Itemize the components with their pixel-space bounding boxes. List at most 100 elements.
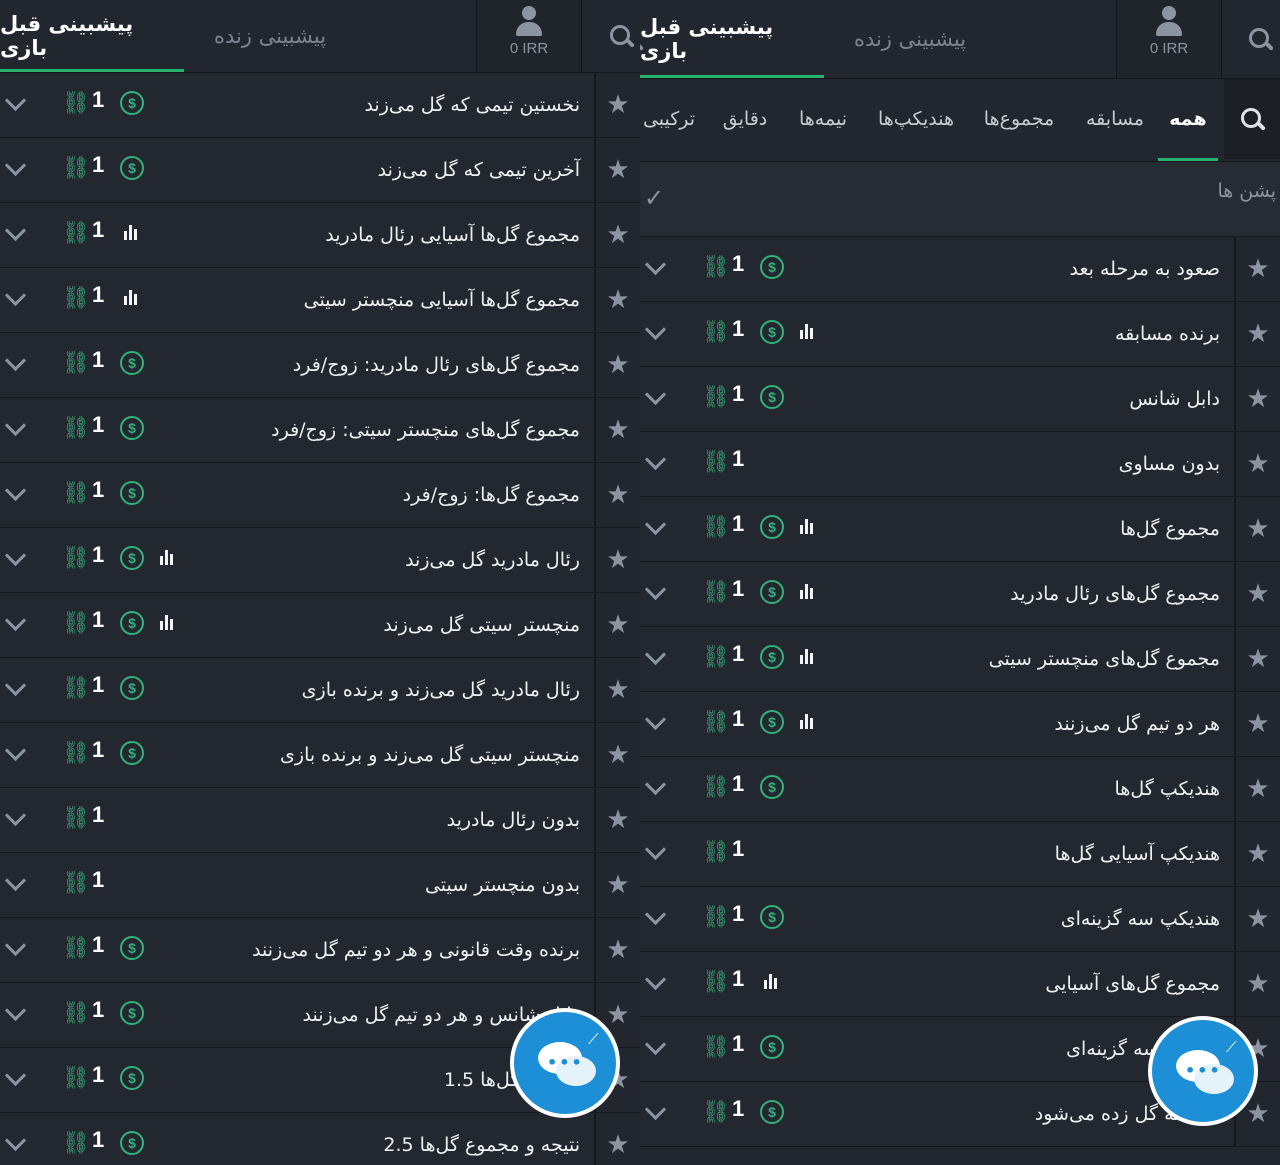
search-button[interactable] xyxy=(602,0,640,72)
star-icon[interactable]: ★ xyxy=(1234,887,1280,951)
tab-pre-match[interactable]: پیشبینی قبل بازی xyxy=(0,0,184,72)
stats-icon[interactable] xyxy=(800,713,816,729)
star-icon[interactable]: ★ xyxy=(1234,497,1280,561)
market-row[interactable]: ⛓ 1 $ صعود به مرحله بعد ★ xyxy=(640,237,1280,302)
tab-live[interactable]: پیشبینی زنده xyxy=(840,0,980,78)
filter-totals[interactable]: مجموع‌ها xyxy=(974,79,1064,159)
filter-combo[interactable]: ترکیبی xyxy=(640,79,698,159)
chevron-down-icon[interactable] xyxy=(4,934,27,957)
star-icon[interactable]: ★ xyxy=(1234,627,1280,691)
chevron-down-icon[interactable] xyxy=(4,739,27,762)
stats-icon[interactable] xyxy=(800,583,816,599)
star-icon[interactable]: ★ xyxy=(594,788,640,852)
market-row[interactable]: ⛓ 1 $ مجموع گل‌ها ★ xyxy=(640,497,1280,562)
market-row[interactable]: ⛓ 1 $ دابل شانس ★ xyxy=(640,367,1280,432)
market-row[interactable]: ⛓ 1 بدون مساوی ★ xyxy=(640,432,1280,497)
chat-button[interactable]: ••• ⟋ xyxy=(1148,1016,1258,1126)
market-row[interactable]: ⛓ 1 مجموع گل‌ها آسیایی رئال مادرید ★ xyxy=(0,203,640,268)
chevron-down-icon[interactable] xyxy=(644,838,667,861)
market-row[interactable]: ⛓ 1 $ هندیکپ گل‌ها ★ xyxy=(640,757,1280,822)
chevron-down-icon[interactable] xyxy=(644,448,667,471)
chevron-down-icon[interactable] xyxy=(4,414,27,437)
filter-match[interactable]: مسابقه xyxy=(1080,79,1150,159)
star-icon[interactable]: ★ xyxy=(594,593,640,657)
stats-icon[interactable] xyxy=(800,518,816,534)
star-icon[interactable]: ★ xyxy=(594,853,640,917)
star-icon[interactable]: ★ xyxy=(1234,432,1280,496)
star-icon[interactable]: ★ xyxy=(594,203,640,267)
chevron-down-icon[interactable] xyxy=(644,513,667,536)
chevron-down-icon[interactable] xyxy=(4,349,27,372)
market-row[interactable]: ⛓ 1 $ مجموع گل‌های رئال مادرید ★ xyxy=(640,562,1280,627)
filter-halves[interactable]: نیمه‌ها xyxy=(788,79,858,159)
tab-live[interactable]: پیشبینی زنده xyxy=(200,0,340,72)
stats-icon[interactable] xyxy=(124,289,140,305)
chevron-down-icon[interactable] xyxy=(4,479,27,502)
stats-icon[interactable] xyxy=(160,549,176,565)
star-icon[interactable]: ★ xyxy=(1234,757,1280,821)
chevron-down-icon[interactable] xyxy=(644,383,667,406)
star-icon[interactable]: ★ xyxy=(594,398,640,462)
chevron-down-icon[interactable] xyxy=(4,284,27,307)
star-icon[interactable]: ★ xyxy=(1234,237,1280,301)
filter-handicaps[interactable]: هندیکپ‌ها xyxy=(870,79,962,159)
star-icon[interactable]: ★ xyxy=(594,528,640,592)
star-icon[interactable]: ★ xyxy=(1234,692,1280,756)
market-row[interactable]: ⛓ 1 $ مجموع گل‌ها: زوج/فرد ★ xyxy=(0,463,640,528)
chevron-down-icon[interactable] xyxy=(644,903,667,926)
market-row[interactable]: ⛓ 1 بدون رئال مادرید ★ xyxy=(0,788,640,853)
chevron-down-icon[interactable] xyxy=(644,643,667,666)
star-icon[interactable]: ★ xyxy=(594,918,640,982)
chevron-down-icon[interactable] xyxy=(4,1129,27,1152)
star-icon[interactable]: ★ xyxy=(594,463,640,527)
market-row[interactable]: ⛓ 1 مجموع گل‌ها آسیایی منچستر سیتی ★ xyxy=(0,268,640,333)
chevron-down-icon[interactable] xyxy=(644,773,667,796)
market-row[interactable]: ⛓ 1 هندیکپ آسیایی گل‌ها ★ xyxy=(640,822,1280,887)
filter-all[interactable]: همه xyxy=(1158,79,1218,159)
market-row[interactable]: ⛓ 1 $ رئال مادرید گل می‌زند ★ xyxy=(0,528,640,593)
market-row[interactable]: ⛓ 1 $ نخستین تیمی که گل می‌زند ★ xyxy=(0,73,640,138)
wallet-button[interactable]: 0 IRR xyxy=(476,0,582,72)
chevron-down-icon[interactable] xyxy=(4,609,27,632)
market-row[interactable]: ⛓ 1 $ هندیکپ سه گزینه‌ای ★ xyxy=(640,887,1280,952)
stats-icon[interactable] xyxy=(764,973,780,989)
market-row[interactable]: ⛓ 1 $ منچستر سیتی گل می‌زند و برنده بازی ★ xyxy=(0,723,640,788)
chevron-down-icon[interactable] xyxy=(4,674,27,697)
star-icon[interactable]: ★ xyxy=(594,268,640,332)
stats-icon[interactable] xyxy=(124,224,140,240)
wallet-button[interactable]: 0 IRR xyxy=(1116,0,1222,78)
chevron-down-icon[interactable] xyxy=(644,1098,667,1121)
star-icon[interactable]: ★ xyxy=(1234,822,1280,886)
star-icon[interactable]: ★ xyxy=(594,658,640,722)
stats-icon[interactable] xyxy=(160,614,176,630)
chevron-down-icon[interactable] xyxy=(644,1033,667,1056)
chevron-down-icon[interactable] xyxy=(4,804,27,827)
chevron-down-icon[interactable] xyxy=(644,708,667,731)
market-row[interactable]: ⛓ 1 $ مجموع گل‌های منچستر سیتی ★ xyxy=(640,627,1280,692)
tab-pre-match[interactable]: پیشبینی قبل بازی xyxy=(640,0,824,78)
chevron-down-icon[interactable] xyxy=(4,219,27,242)
star-icon[interactable]: ★ xyxy=(1234,302,1280,366)
market-row[interactable]: ⛓ 1 $ منچستر سیتی گل می‌زند ★ xyxy=(0,593,640,658)
star-icon[interactable]: ★ xyxy=(594,723,640,787)
market-row[interactable]: ⛓ 1 $ مجموع گل‌های رئال مادرید: زوج/فرد ★ xyxy=(0,333,640,398)
star-icon[interactable]: ★ xyxy=(594,138,640,202)
market-row[interactable]: ⛓ 1 $ هر دو تیم گل می‌زنند ★ xyxy=(640,692,1280,757)
stats-icon[interactable] xyxy=(800,648,816,664)
market-row[interactable]: ⛓ 1 $ آخرین تیمی که گل می‌زند ★ xyxy=(0,138,640,203)
star-icon[interactable]: ★ xyxy=(1234,952,1280,1016)
chevron-down-icon[interactable] xyxy=(644,318,667,341)
chevron-down-icon[interactable] xyxy=(644,578,667,601)
filter-minutes[interactable]: دقایق xyxy=(710,79,780,159)
chevron-down-icon[interactable] xyxy=(4,544,27,567)
chevron-down-icon[interactable] xyxy=(4,999,27,1022)
market-row[interactable]: ⛓ 1 $ برنده مسابقه ★ xyxy=(640,302,1280,367)
options-bar[interactable]: ✓ پشن ها xyxy=(640,162,1280,237)
chevron-down-icon[interactable] xyxy=(4,1064,27,1087)
market-row[interactable]: ⛓ 1 $ برنده وقت قانونی و هر دو تیم گل می‌زن… xyxy=(0,918,640,983)
market-row[interactable]: ⛓ 1 $ رئال مادرید گل می‌زند و برنده بازی ★ xyxy=(0,658,640,723)
market-row[interactable]: ⛓ 1 بدون منچستر سیتی ★ xyxy=(0,853,640,918)
chevron-down-icon[interactable] xyxy=(644,253,667,276)
chevron-down-icon[interactable] xyxy=(4,869,27,892)
chevron-down-icon[interactable] xyxy=(644,968,667,991)
